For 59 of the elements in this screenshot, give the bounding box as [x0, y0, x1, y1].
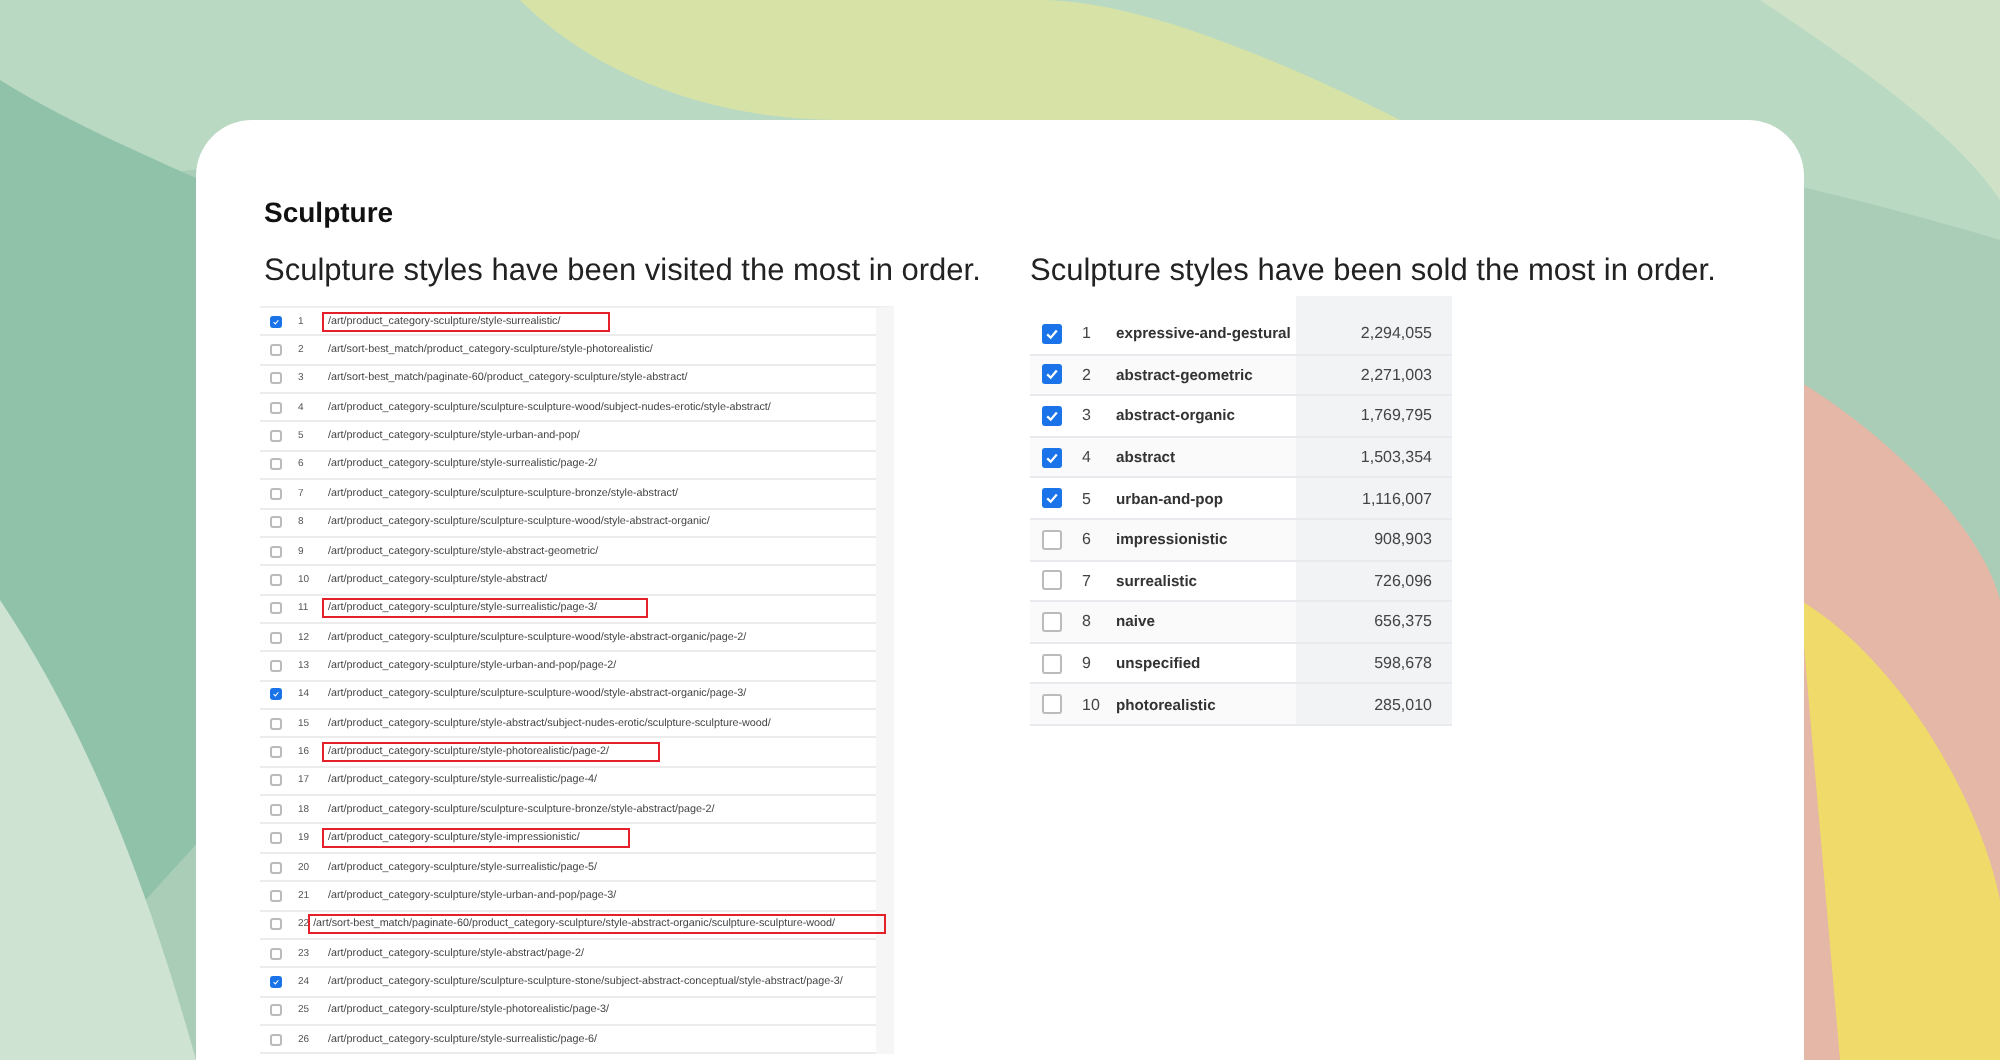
checkbox[interactable]: [1042, 323, 1062, 344]
checkbox[interactable]: [270, 774, 282, 787]
checkbox[interactable]: [270, 947, 282, 960]
row-number: 1: [1082, 324, 1093, 343]
row-number: 3: [1082, 406, 1093, 425]
row-number: 10: [1082, 695, 1102, 714]
checkbox[interactable]: [270, 401, 282, 414]
row-number: 8: [1082, 612, 1093, 631]
checkbox[interactable]: [270, 344, 282, 357]
checkbox[interactable]: [1042, 611, 1062, 632]
checkbox[interactable]: [1042, 488, 1062, 509]
checkbox[interactable]: [270, 746, 282, 759]
checkbox[interactable]: [270, 602, 282, 615]
table-cell: 598,678: [1296, 643, 1452, 683]
row-number: 5: [1082, 489, 1093, 508]
checkbox[interactable]: [270, 1033, 282, 1046]
checkbox[interactable]: [270, 1004, 282, 1017]
checkbox[interactable]: [270, 688, 282, 701]
checkbox[interactable]: [270, 975, 282, 988]
table-cell: 1,116,007: [1296, 478, 1452, 518]
checkbox[interactable]: [270, 832, 282, 845]
row-number: 6: [1082, 530, 1093, 549]
checkbox[interactable]: [270, 458, 282, 471]
checkbox[interactable]: [270, 487, 282, 500]
row-number: 7: [1082, 571, 1093, 590]
checkbox[interactable]: [270, 659, 282, 672]
checkbox[interactable]: [270, 430, 282, 443]
checkbox[interactable]: [270, 516, 282, 529]
checkbox[interactable]: [270, 545, 282, 558]
table-cell: 1,769,795: [1296, 396, 1452, 436]
table-caption: Sculpture styles have been visited the most in order.: [264, 254, 983, 292]
checkbox[interactable]: [1042, 529, 1062, 550]
checkbox[interactable]: [1042, 653, 1062, 674]
table-cell: 2,294,055: [1296, 314, 1452, 354]
checkbox[interactable]: [1042, 570, 1062, 591]
checkbox[interactable]: [270, 861, 282, 873]
row-number: 4: [1082, 448, 1093, 467]
checkbox[interactable]: [270, 573, 282, 586]
checkbox[interactable]: [270, 803, 282, 816]
checkbox[interactable]: [270, 631, 282, 644]
checkbox[interactable]: [270, 918, 282, 931]
checkbox[interactable]: [1042, 447, 1062, 468]
checkbox[interactable]: [1042, 405, 1062, 426]
row-number: 9: [1082, 654, 1093, 673]
row-number: 2: [1082, 365, 1093, 384]
table-cell: 908,903: [1296, 519, 1452, 560]
section-title: Sculpture: [264, 196, 396, 232]
checkbox[interactable]: [1042, 694, 1062, 715]
table-cell: 656,375: [1296, 602, 1452, 642]
table-cell: 2,271,003: [1296, 355, 1452, 395]
table-cell: 285,010: [1296, 684, 1452, 724]
checkbox[interactable]: [1042, 364, 1062, 385]
checkbox[interactable]: [270, 717, 282, 730]
checkbox[interactable]: [270, 372, 282, 385]
checkbox[interactable]: [270, 889, 282, 902]
table-cell: 1,503,354: [1296, 437, 1452, 477]
table-caption: Sculpture styles have been sold the most in order.: [1030, 254, 1710, 292]
table-cell: 726,096: [1296, 561, 1452, 601]
checkbox[interactable]: [270, 315, 282, 328]
